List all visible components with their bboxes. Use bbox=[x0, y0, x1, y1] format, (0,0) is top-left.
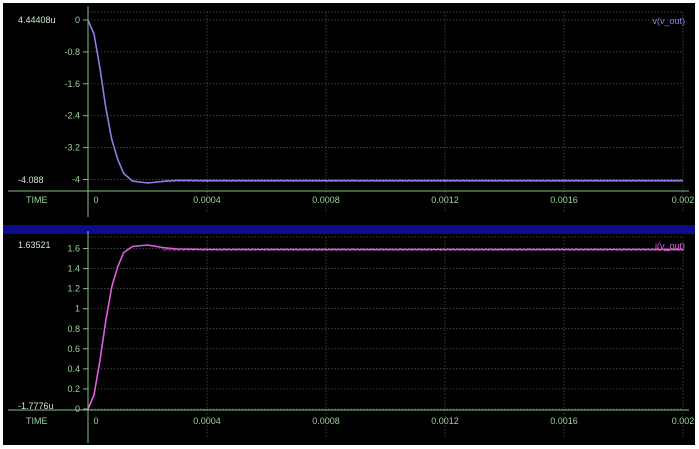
y-tick-label: 0.2 bbox=[67, 384, 80, 394]
x-axis-label: TIME bbox=[26, 195, 48, 205]
y-tick-label: 1.6 bbox=[67, 244, 80, 254]
plot-panel-background bbox=[3, 234, 695, 445]
y-tick-label: -4 bbox=[72, 174, 80, 184]
y-tick-label: 1.4 bbox=[67, 264, 80, 274]
y-tick-label: -2.4 bbox=[64, 111, 80, 121]
y-tick-label: 0.4 bbox=[67, 364, 80, 374]
y-tick-label: -1.6 bbox=[64, 79, 80, 89]
y-tick-label: 0 bbox=[75, 15, 80, 25]
y-tick-label: -3.2 bbox=[64, 143, 80, 153]
y-min-label: -4.088 bbox=[18, 175, 44, 185]
series-label: i(v_out) bbox=[655, 241, 685, 251]
y-tick-label: 1 bbox=[75, 304, 80, 314]
x-tick-label: 0.0004 bbox=[193, 195, 221, 205]
x-axis-label: TIME bbox=[26, 416, 48, 426]
y-max-label: 1.63521 bbox=[18, 240, 51, 250]
x-tick-label: 0 bbox=[93, 416, 98, 426]
y-tick-label: 0.8 bbox=[67, 324, 80, 334]
x-tick-label: 0.0004 bbox=[193, 416, 221, 426]
panel-divider[interactable] bbox=[3, 225, 695, 234]
waveform-viewer: 0 -0.8 -1.6 -2.4 -3.2 -4 0 0.0004 0.0008 0.0012 0.… bbox=[0, 0, 699, 449]
plot-panel-voltage: 0 -0.8 -1.6 -2.4 -3.2 -4 0 0.0004 0.0008 0.0012 0.… bbox=[3, 3, 695, 225]
x-tick-label: 0.002 bbox=[672, 416, 695, 426]
x-tick-label: 0.0008 bbox=[312, 416, 340, 426]
y-tick-label: 0.6 bbox=[67, 344, 80, 354]
plot-panel-current: 1.6 1.4 1.2 1 0.8 0.6 0.4 0.2 0 0 0.0004 0.0008 0.00… bbox=[3, 231, 695, 445]
y-min-label: -1.7776u bbox=[18, 401, 54, 411]
x-tick-label: 0.002 bbox=[672, 195, 695, 205]
y-tick-label: 0 bbox=[75, 404, 80, 414]
x-tick-label: 0.0016 bbox=[550, 416, 578, 426]
x-tick-label: 0.0016 bbox=[550, 195, 578, 205]
x-tick-label: 0.0008 bbox=[312, 195, 340, 205]
x-tick-label: 0 bbox=[93, 195, 98, 205]
x-tick-label: 0.0012 bbox=[431, 416, 459, 426]
y-max-label: 4.44408u bbox=[18, 15, 56, 25]
waveform-plot-svg: 0 -0.8 -1.6 -2.4 -3.2 -4 0 0.0004 0.0008 0.0012 0.… bbox=[0, 0, 699, 449]
y-tick-label: -0.8 bbox=[64, 47, 80, 57]
y-tick-label: 1.2 bbox=[67, 284, 80, 294]
series-label: v(v_out) bbox=[652, 16, 685, 26]
x-tick-label: 0.0012 bbox=[431, 195, 459, 205]
